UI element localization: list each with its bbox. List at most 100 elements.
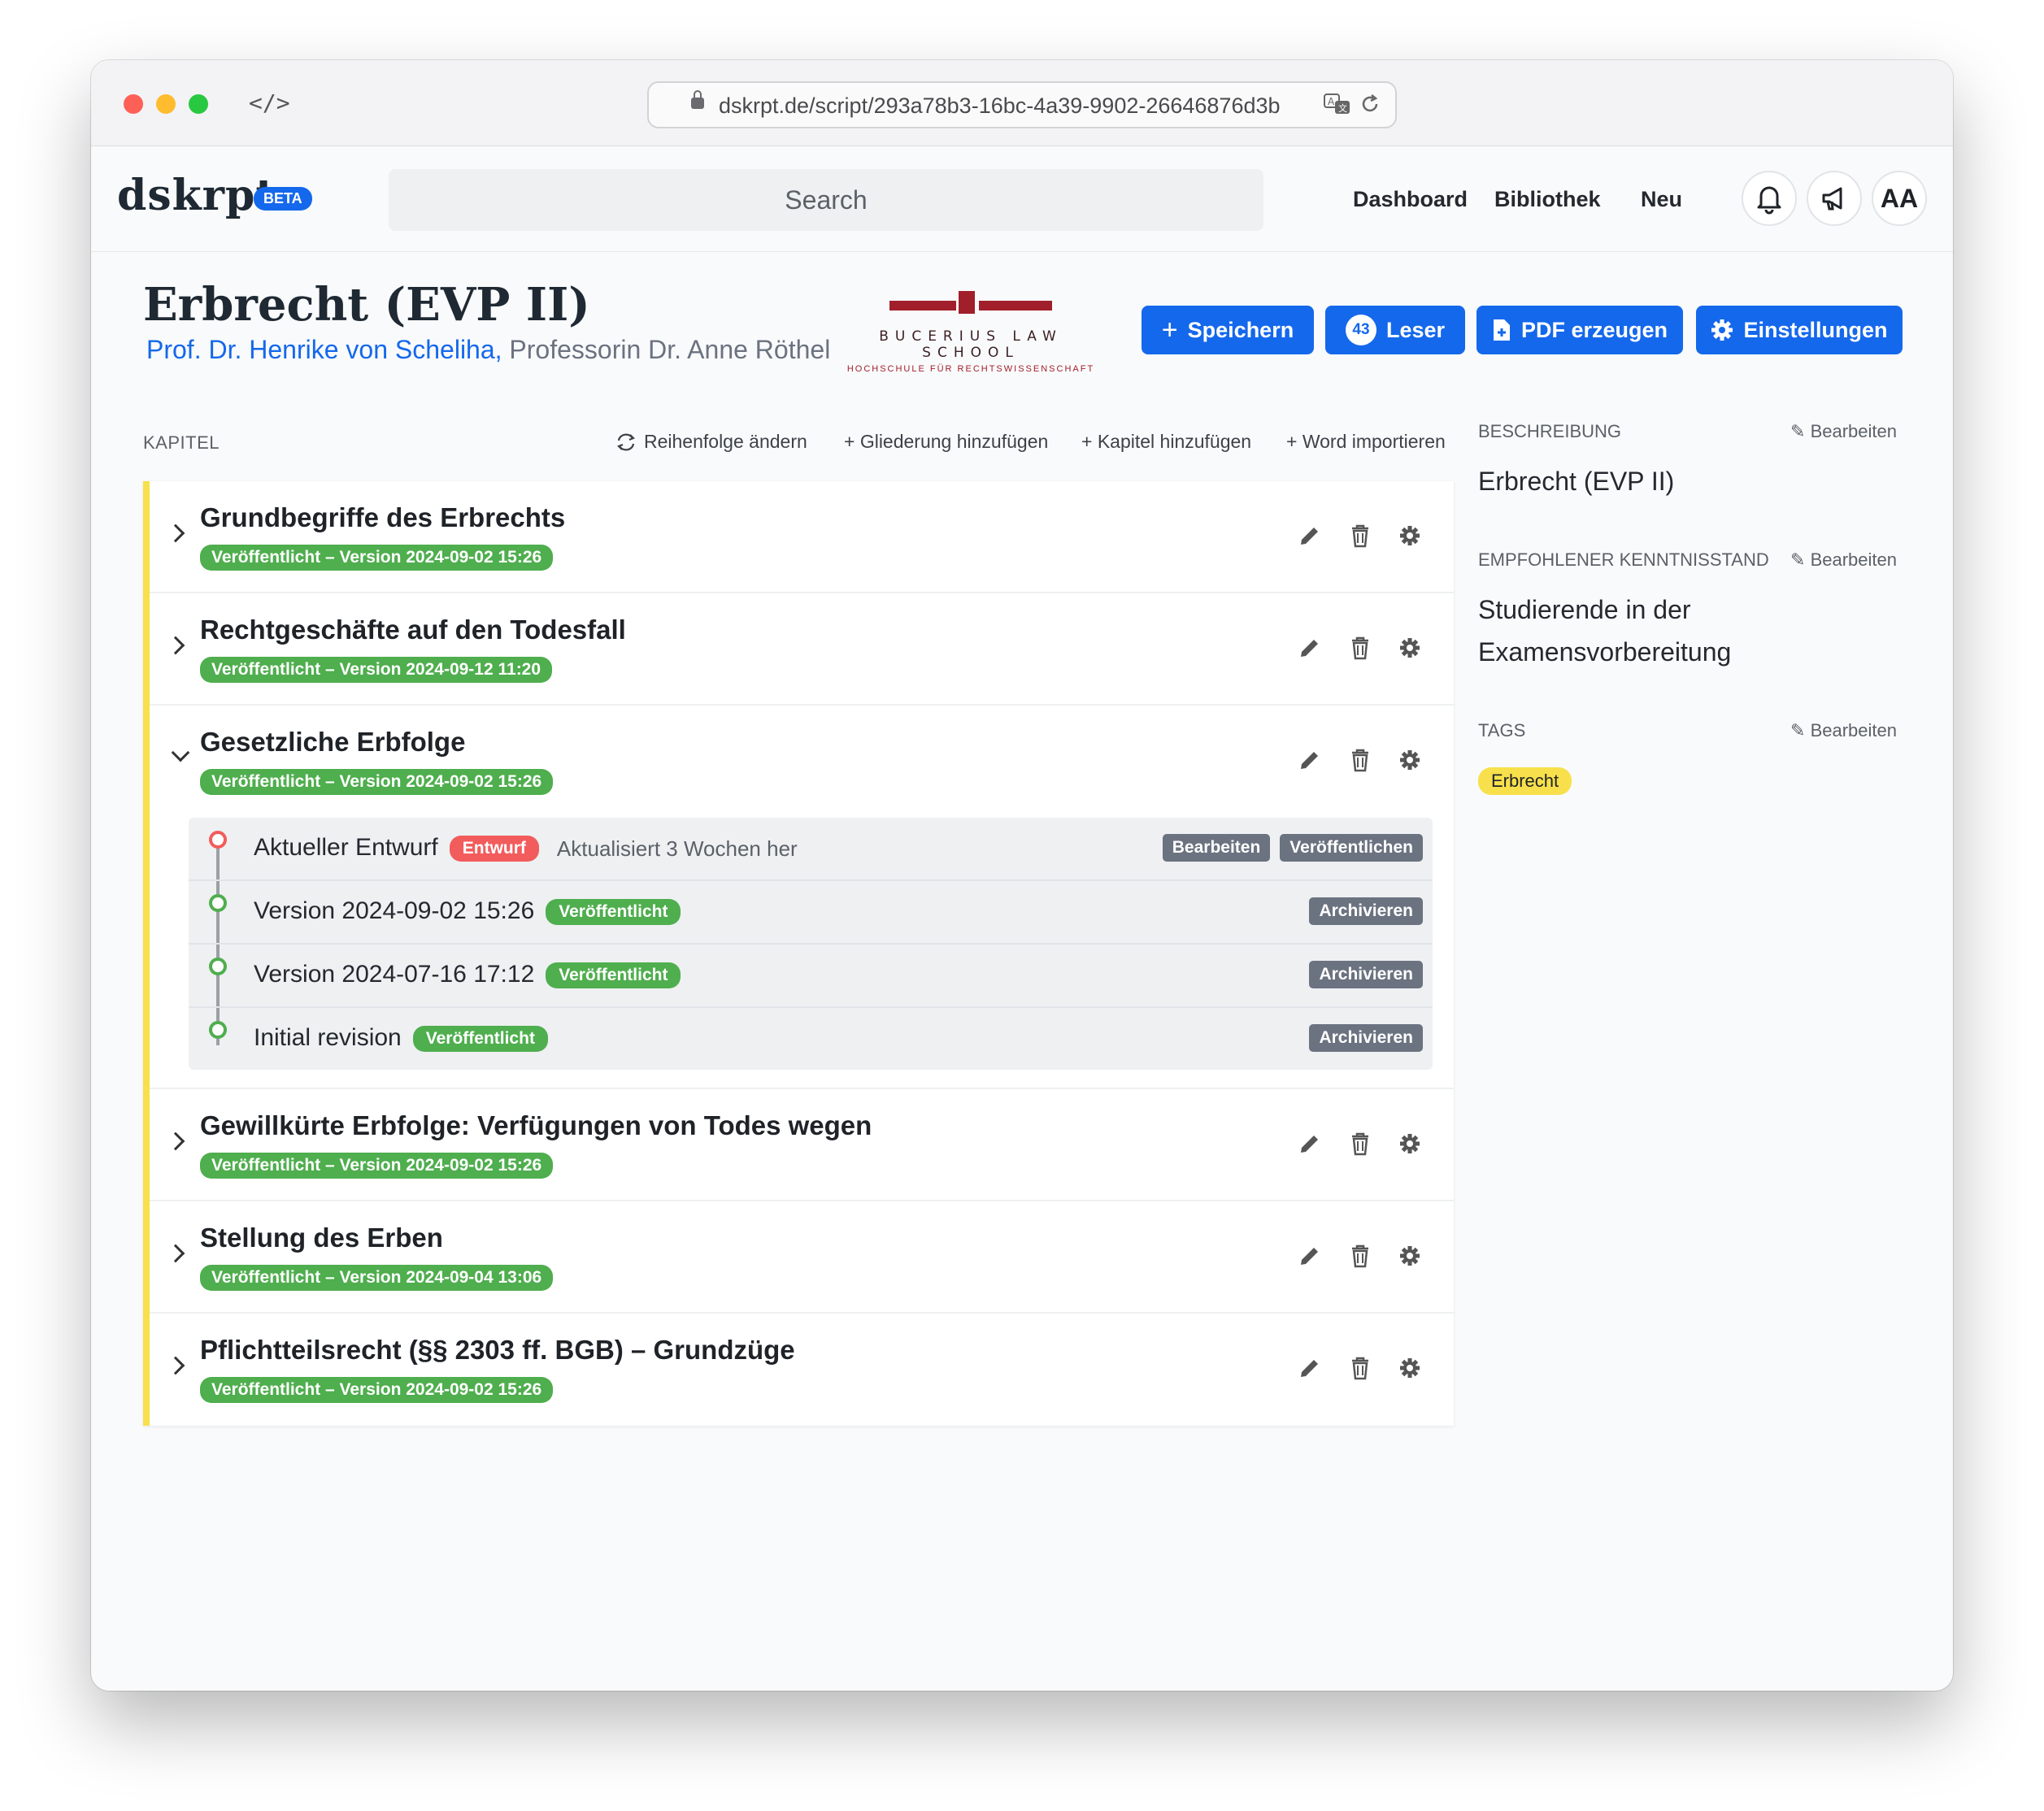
search-input[interactable]: Search [389,169,1263,231]
edit-description-button[interactable]: ✎ Bearbeiten [1790,421,1897,442]
reload-icon[interactable] [1359,93,1381,121]
chapter-title[interactable]: Pflichtteilsrecht (§§ 2303 ff. BGB) – Gr… [200,1335,795,1366]
code-icon[interactable]: </> [249,89,290,116]
pencil-icon[interactable] [1298,748,1322,772]
trash-icon[interactable] [1350,1244,1371,1268]
trash-icon[interactable] [1350,636,1371,660]
readers-button[interactable]: 43 Leser [1325,306,1465,354]
tag-badge[interactable]: Erbrecht [1478,767,1572,795]
gear-icon[interactable] [1398,749,1421,771]
pdf-label: PDF erzeugen [1520,317,1668,342]
archive-button[interactable]: Archivieren [1309,961,1423,988]
edit-label: Bearbeiten [1810,421,1897,441]
chevron-right-icon[interactable] [166,523,185,543]
reorder-button[interactable]: Reihenfolge ändern [615,431,807,453]
chevron-right-icon[interactable] [166,1356,185,1375]
nav-neu[interactable]: Neu [1641,187,1682,212]
revision-label: Version 2024-07-16 17:12 [254,961,535,988]
translate-icon[interactable]: A文 [1324,93,1351,121]
pencil-icon[interactable] [1298,1131,1322,1156]
beta-badge: BETA [254,187,312,211]
status-badge: Veröffentlicht – Version 2024-09-02 15:2… [200,769,554,795]
announcements-button[interactable] [1807,171,1862,226]
institution-subtitle: HOCHSCHULE FÜR RECHTSWISSENSCHAFT [846,364,1095,374]
address-bar[interactable]: dskrpt.de/script/293a78b3-16bc-4a39-9902… [647,81,1397,128]
close-window-button[interactable] [124,94,143,114]
chevron-right-icon[interactable] [166,1131,185,1151]
chapter-row[interactable]: Grundbegriffe des Erbrechts Veröffentlic… [150,481,1454,593]
institution-name: BUCERIUS LAW SCHOOL [879,328,1063,361]
gear-icon[interactable] [1398,1357,1421,1379]
trash-icon[interactable] [1350,1131,1371,1156]
url-text: dskrpt.de/script/293a78b3-16bc-4a39-9902… [719,93,1281,118]
author-link[interactable]: Prof. Dr. Henrike von Scheliha, [146,335,502,364]
document-plus-icon [1493,319,1510,341]
trash-icon[interactable] [1350,1356,1371,1380]
import-word-button[interactable]: + Word importieren [1286,431,1446,453]
avatar[interactable]: AA [1872,171,1927,226]
revision-label: Aktueller Entwurf [254,834,438,861]
archive-button[interactable]: Archivieren [1309,897,1423,925]
author-name: Professorin Dr. Anne Röthel [509,335,831,364]
status-badge: Veröffentlicht – Version 2024-09-02 15:2… [200,545,554,571]
lock-icon [691,90,704,109]
browser-titlebar: </> dskrpt.de/script/293a78b3-16bc-4a39-… [91,60,1953,146]
chapter-row-expanded[interactable]: Gesetzliche Erbfolge Veröffentlicht – Ve… [150,706,1454,1089]
trash-icon[interactable] [1350,523,1371,548]
chevron-right-icon[interactable] [166,636,185,655]
chevron-down-icon[interactable] [171,743,190,762]
chapter-row[interactable]: Stellung des Erben Veröffentlicht – Vers… [150,1201,1454,1314]
gear-icon[interactable] [1398,636,1421,659]
chapter-title[interactable]: Stellung des Erben [200,1223,443,1253]
revision-panel: Aktueller Entwurf Entwurf Aktualisiert 3 W… [189,818,1433,1070]
edit-draft-button[interactable]: Bearbeiten [1162,834,1271,862]
institution-logo: BUCERIUS LAW SCHOOL HOCHSCHULE FÜR RECHT… [833,291,1109,374]
chapter-title[interactable]: Gewillkürte Erbfolge: Verfügungen von To… [200,1110,872,1141]
published-badge: Veröffentlicht [546,962,681,989]
chapter-title[interactable]: Gesetzliche Erbfolge [200,727,465,758]
edit-level-button[interactable]: ✎ Bearbeiten [1790,549,1897,571]
chapter-row[interactable]: Gewillkürte Erbfolge: Verfügungen von To… [150,1089,1454,1201]
chapter-title[interactable]: Rechtgeschäfte auf den Todesfall [200,615,626,645]
chapter-title[interactable]: Grundbegriffe des Erbrechts [200,502,565,533]
pencil-icon[interactable] [1298,523,1322,548]
chapter-row[interactable]: Rechtgeschäfte auf den Todesfall Veröffe… [150,593,1454,706]
add-chapter-button[interactable]: + Kapitel hinzufügen [1081,431,1251,453]
chapters-label: KAPITEL [143,432,220,453]
save-button[interactable]: + Speichern [1142,306,1314,354]
app-logo[interactable]: dskrpt [117,171,276,220]
pencil-icon[interactable] [1298,1356,1322,1380]
app-header: dskrpt BETA Search Dashboard Bibliothek … [91,146,1953,252]
save-label: Speichern [1187,317,1294,342]
pencil-icon[interactable] [1298,1244,1322,1268]
trash-icon[interactable] [1350,748,1371,772]
pencil-icon: ✎ [1790,720,1806,740]
nav-bibliothek[interactable]: Bibliothek [1494,187,1601,212]
revision-row-draft: Aktueller Entwurf Entwurf Aktualisiert 3 W… [189,818,1433,881]
pencil-icon[interactable] [1298,636,1322,660]
revision-row: Version 2024-09-02 15:26 Veröffentlicht A… [189,881,1433,945]
svg-text:A: A [1328,96,1335,107]
authors: Prof. Dr. Henrike von Scheliha, Professo… [146,335,830,365]
notifications-button[interactable] [1742,171,1797,226]
gear-icon[interactable] [1398,1244,1421,1267]
nav-dashboard[interactable]: Dashboard [1353,187,1468,212]
readers-label: Leser [1385,317,1446,342]
description-value: Erbrecht (EVP II) [1478,467,1675,496]
generate-pdf-button[interactable]: PDF erzeugen [1476,306,1683,354]
page-title: Erbrecht (EVP II) [143,278,590,332]
minimize-window-button[interactable] [156,94,176,114]
gear-icon[interactable] [1398,1132,1421,1155]
archive-button[interactable]: Archivieren [1309,1024,1423,1052]
edit-tags-button[interactable]: ✎ Bearbeiten [1790,720,1897,741]
publish-button[interactable]: Veröffentlichen [1280,834,1423,862]
level-value: Studierende in der Examensvorbereitung [1478,595,1732,667]
chevron-right-icon[interactable] [166,1244,185,1263]
add-outline-button[interactable]: + Gliederung hinzufügen [844,431,1048,453]
chapter-row[interactable]: Pflichtteilsrecht (§§ 2303 ff. BGB) – Gr… [150,1314,1454,1426]
settings-button[interactable]: Einstellungen [1696,306,1903,354]
maximize-window-button[interactable] [189,94,208,114]
pencil-icon: ✎ [1790,421,1806,441]
browser-window: </> dskrpt.de/script/293a78b3-16bc-4a39-… [91,60,1953,1691]
gear-icon[interactable] [1398,524,1421,547]
